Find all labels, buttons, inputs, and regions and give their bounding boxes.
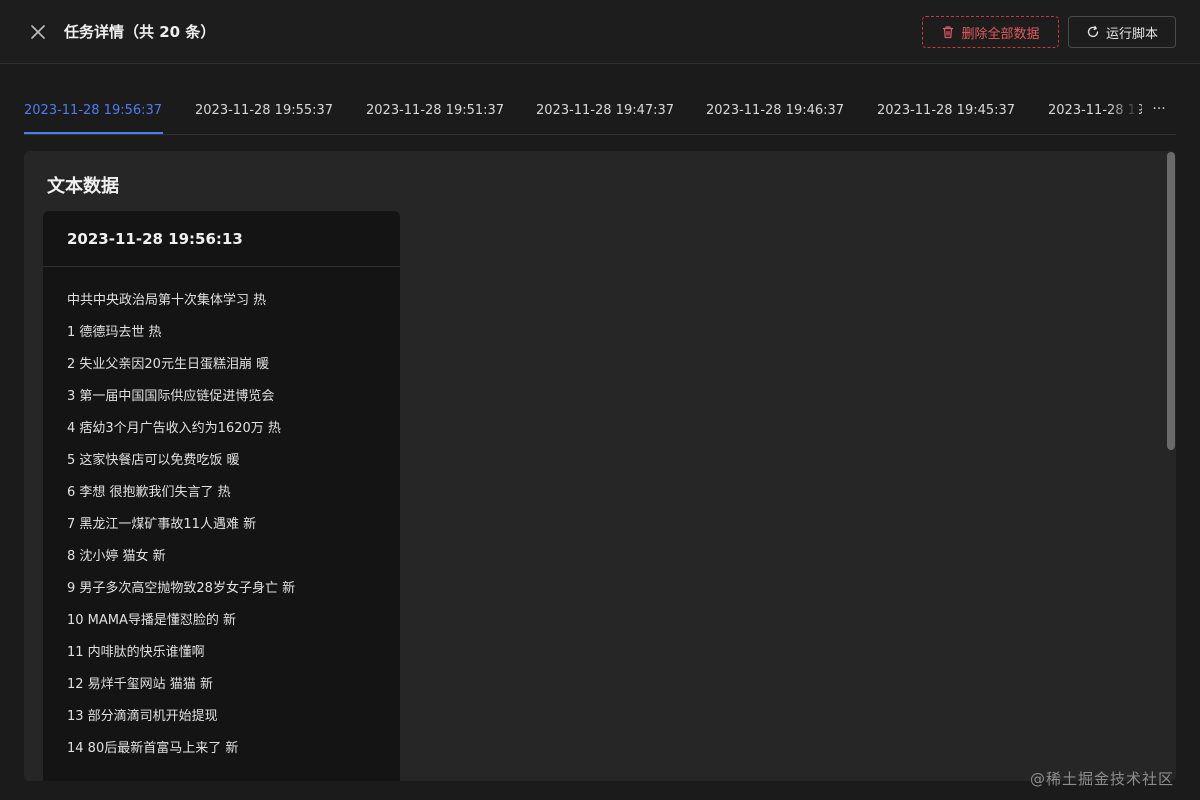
tab-item[interactable]: 2023-11-28 19:51:37 <box>366 88 504 134</box>
list-item: 6 李想 很抱歉我们失言了 热 <box>67 485 231 500</box>
list-item: 中共中央政治局第十次集体学习 热 <box>67 293 267 308</box>
time-tabs: 2023-11-28 19:56:37 2023-11-28 19:55:37 … <box>24 88 1176 135</box>
list-item: 3 第一届中国国际供应链促进博览会 <box>67 389 275 404</box>
active-tab-indicator <box>24 132 163 134</box>
tab-more-button[interactable]: ··· <box>1142 88 1176 134</box>
list-item: 7 黑龙江一煤矿事故11人遇难 新 <box>67 517 257 532</box>
run-script-button[interactable]: 运行脚本 <box>1068 16 1176 48</box>
list-item: 8 沈小婷 猫女 新 <box>67 549 166 564</box>
dialog-header: 任务详情（共 20 条） 删除全部数据 运行脚本 <box>0 0 1200 64</box>
list-item: 10 MAMA导播是懂怼脸的 新 <box>67 613 237 628</box>
tab-item[interactable]: 2023-11-28 19:45:37 <box>877 88 1015 134</box>
tab-overflow-fade <box>1109 88 1139 134</box>
trash-icon <box>943 26 954 39</box>
list-item: 13 部分滴滴司机开始提现 <box>67 709 218 724</box>
scrollbar-thumb[interactable] <box>1167 152 1175 450</box>
list-item: 12 易烊千玺网站 猫猫 新 <box>67 677 213 692</box>
content-panel: 文本数据 2023-11-28 19:56:13 中共中央政治局第十次集体学习 … <box>24 151 1176 781</box>
list-item: 11 内啡肽的快乐谁懂啊 <box>67 645 205 660</box>
run-script-label: 运行脚本 <box>1105 26 1158 42</box>
list-item: 5 这家快餐店可以免费吃饭 暖 <box>67 453 240 468</box>
tab-item[interactable]: 2023-11-28 19:56:37 <box>24 88 162 134</box>
list-item: 4 痞幼3个月广告收入约为1620万 热 <box>67 421 281 436</box>
dialog-title: 任务详情（共 20 条） <box>64 23 216 41</box>
list-item: 2 失业父亲因20元生日蛋糕泪崩 暖 <box>67 357 270 372</box>
list-item: 9 男子多次高空抛物致28岁女子身亡 新 <box>67 581 296 596</box>
card-list: 中共中央政治局第十次集体学习 热 1 德德玛去世 热 2 失业父亲因20元生日蛋… <box>43 267 400 765</box>
panel-title: 文本数据 <box>47 176 119 197</box>
refresh-icon <box>1087 25 1099 38</box>
delete-all-button[interactable]: 删除全部数据 <box>922 16 1059 48</box>
card-time: 2023-11-28 19:56:13 <box>43 211 400 267</box>
delete-all-label: 删除全部数据 <box>961 26 1040 42</box>
tab-item[interactable]: 2023-11-28 19:55:37 <box>195 88 333 134</box>
list-item: 14 80后最新首富马上来了 新 <box>67 741 239 756</box>
close-button[interactable] <box>24 18 52 46</box>
tab-item[interactable]: 2023-11-28 19:46:37 <box>706 88 844 134</box>
text-data-card: 2023-11-28 19:56:13 中共中央政治局第十次集体学习 热 1 德… <box>43 211 400 781</box>
list-item: 1 德德玛去世 热 <box>67 325 162 340</box>
close-icon <box>31 25 45 39</box>
watermark: @稀土掘金技术社区 <box>1030 770 1175 788</box>
tab-item[interactable]: 2023-11-28 19:47:37 <box>536 88 674 134</box>
